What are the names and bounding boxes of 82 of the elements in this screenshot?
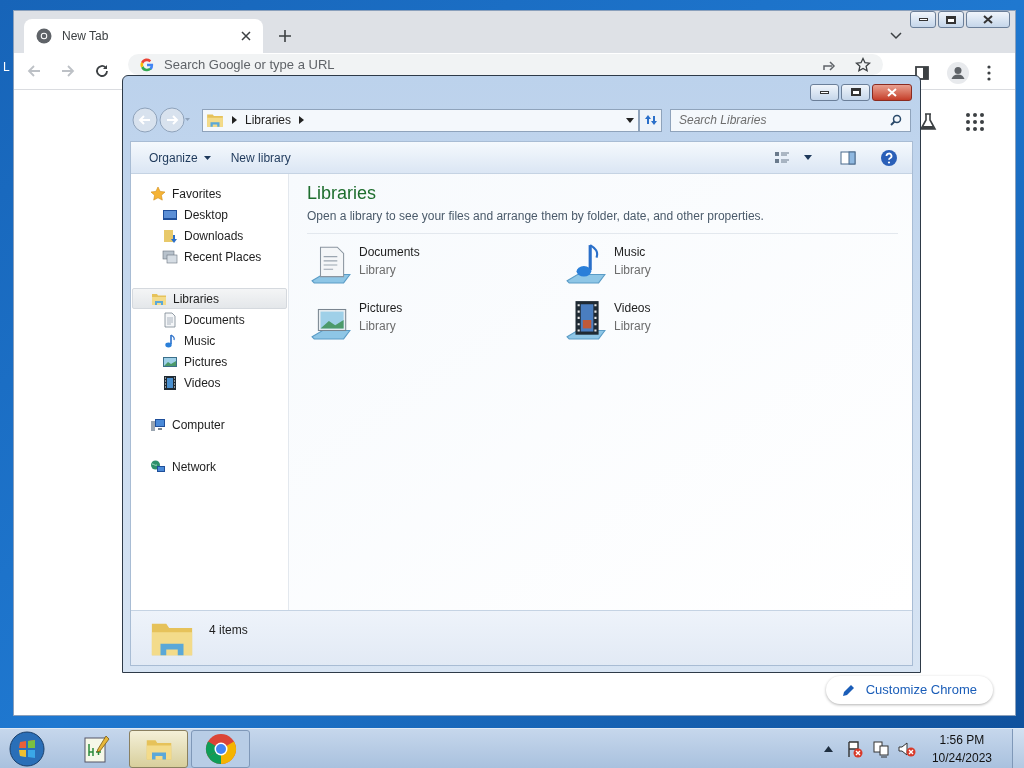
dropdown-arrow-icon[interactable] [804, 155, 812, 160]
reload-icon[interactable] [94, 63, 110, 79]
nav-item[interactable]: Music [131, 330, 288, 351]
minimize-button[interactable] [910, 11, 936, 28]
library-item[interactable]: Documents Library [307, 240, 562, 288]
chevron-down-icon[interactable] [890, 32, 902, 40]
bookmark-star-icon[interactable] [855, 56, 871, 73]
close-icon [983, 15, 993, 24]
search-field[interactable]: Search Libraries [670, 108, 911, 132]
item-count: 4 items [209, 622, 248, 639]
taskbar-app-button[interactable] [129, 729, 188, 768]
back-forward-buttons-icon[interactable] [132, 107, 190, 133]
library-item[interactable]: Music Library [562, 240, 817, 288]
pencil-icon [841, 683, 856, 697]
apps-grid-icon[interactable] [966, 113, 984, 131]
nav-item[interactable]: Libraries [132, 288, 287, 309]
chrome-logo-icon [36, 28, 52, 44]
recent-places-icon [162, 248, 178, 265]
breadcrumb-arrow-icon[interactable] [299, 116, 305, 124]
preview-pane-icon[interactable] [840, 150, 856, 165]
dropdown-arrow-icon[interactable] [626, 117, 634, 123]
omnibox[interactable]: Search Google or type a URL [128, 54, 883, 75]
browser-tab[interactable]: New Tab [24, 19, 263, 53]
flag-error-icon[interactable] [845, 739, 864, 758]
address-bar[interactable]: Libraries [202, 108, 639, 132]
search-icon [890, 114, 902, 126]
nav-item[interactable]: Pictures [131, 351, 288, 372]
nav-item[interactable]: Documents [131, 309, 288, 330]
breadcrumb-item[interactable]: Libraries [245, 111, 292, 129]
nav-item[interactable]: Downloads [131, 225, 288, 246]
notepad-pencil-icon [81, 733, 112, 764]
library-folder-icon [206, 111, 224, 129]
flask-icon[interactable] [918, 112, 938, 132]
refresh-button[interactable] [639, 108, 662, 132]
omnibox-placeholder: Search Google or type a URL [164, 57, 336, 72]
nav-item[interactable]: Desktop [131, 204, 288, 225]
chrome-logo-icon [204, 732, 237, 765]
new-tab-icon[interactable] [278, 29, 292, 43]
speaker-muted-icon[interactable] [897, 739, 916, 758]
nav-item[interactable]: Network [131, 456, 288, 477]
breadcrumb-arrow-icon[interactable] [232, 116, 237, 124]
computer-icon [150, 416, 166, 433]
side-panel-icon[interactable] [915, 66, 929, 80]
start-button[interactable] [7, 729, 47, 768]
page-title: Libraries [307, 182, 378, 205]
command-button[interactable]: New library [222, 145, 299, 170]
close-button[interactable] [966, 11, 1010, 28]
desktop-icon-label: L [3, 59, 10, 76]
clock-date[interactable]: 10/24/2023 [931, 748, 992, 767]
maximize-button[interactable] [938, 11, 964, 28]
maximize-button[interactable] [841, 83, 870, 101]
document-icon [162, 311, 178, 328]
view-options-icon[interactable] [774, 150, 790, 165]
library-item[interactable]: Pictures Library [307, 296, 562, 344]
page-description: Open a library to see your files and arrange them by folder, date, and other properties. [307, 207, 898, 234]
music-note-icon [162, 332, 178, 349]
tab-title: New Tab [62, 28, 110, 45]
close-icon[interactable] [241, 31, 251, 41]
nav-item[interactable]: Computer [131, 414, 288, 435]
profile-avatar-icon[interactable] [947, 62, 969, 84]
network-computers-icon[interactable] [871, 739, 890, 758]
windows-orb-icon [9, 730, 45, 767]
nav-item[interactable]: Recent Places [131, 246, 288, 267]
folder-arrow-icon [162, 227, 178, 244]
close-icon [887, 87, 897, 97]
taskbar-app-button[interactable] [191, 729, 250, 768]
menu-dots-icon[interactable] [987, 65, 991, 81]
clock-time[interactable]: 1:56 PM [939, 730, 985, 749]
minimize-button[interactable] [810, 83, 839, 101]
close-button[interactable] [872, 83, 912, 101]
nav-item[interactable]: Videos [131, 372, 288, 393]
help-icon[interactable] [880, 148, 898, 167]
network-globe-icon [150, 458, 166, 475]
refresh-arrows-icon [643, 114, 658, 126]
library-item[interactable]: Videos Library [562, 296, 817, 344]
film-strip-icon [162, 374, 178, 391]
show-hidden-icons-icon[interactable] [823, 745, 833, 752]
command-button[interactable]: Organize [141, 145, 219, 170]
customize-chrome-button[interactable]: Customize Chrome [825, 676, 993, 704]
star-icon [150, 185, 166, 202]
nav-item[interactable]: Favorites [131, 183, 288, 204]
google-g-icon [140, 57, 154, 72]
